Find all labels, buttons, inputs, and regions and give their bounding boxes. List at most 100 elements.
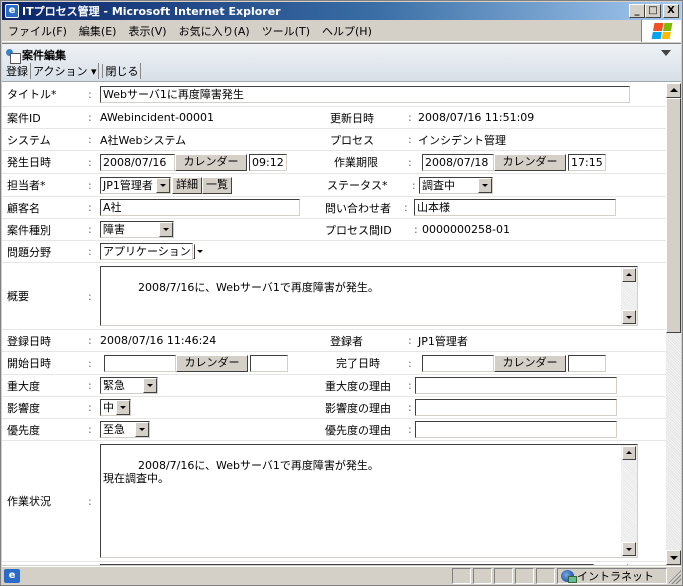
due-time-input[interactable]: 17:15 [568,153,606,171]
scroll-up-icon[interactable] [666,83,681,98]
priority-reason-label: 優先度の理由 [325,423,391,437]
ie-app-icon: e [5,4,19,18]
assignee-select[interactable]: JP1管理者 [100,176,171,194]
dropdown-arrow-icon[interactable] [116,400,130,415]
register-button[interactable]: 登録 [4,63,31,79]
occurred-date-input[interactable]: 2008/07/16 [100,153,175,171]
summary-label: 概要 [7,290,29,303]
severity-reason-input[interactable] [415,377,617,394]
work-status-scrollbar[interactable] [621,445,637,557]
due-label: 作業期限 [334,156,378,169]
customer-label: 顧客名 [7,201,40,215]
impact-reason-input[interactable] [415,399,617,416]
page-header: 案件編集 登録 アクション ▾ 閉じる [2,44,681,82]
dropdown-arrow-icon[interactable] [135,422,149,437]
due-date-input[interactable]: 2008/07/18 [422,153,494,171]
inquirer-label: 問い合わせ者 [325,201,391,215]
menu-file[interactable]: ファイル(F) [2,23,73,39]
inter-process-id-value: 0000000258-01 [422,223,510,236]
due-calendar-button[interactable]: カレンダー [494,153,566,171]
status-label: ステータス* [327,179,388,192]
end-calendar-button[interactable]: カレンダー [494,354,566,372]
occurred-calendar-button[interactable]: カレンダー [175,153,247,171]
occurred-time-input[interactable]: 09:12 [249,153,287,171]
severity-select[interactable]: 緊急 [100,377,158,394]
equipment-label: 機器情報 [2,565,88,566]
priority-select[interactable]: 至急 [100,421,150,438]
inquirer-input[interactable]: 山本様 [414,199,616,216]
close-button[interactable]: X [663,4,679,18]
end-at-label: 完了日時 [336,357,380,370]
scroll-down-icon[interactable] [622,542,636,556]
inter-process-id-label: プロセス間ID [325,223,392,237]
start-date-input[interactable] [104,354,176,372]
action-menu-button[interactable]: アクション ▾ [31,63,100,79]
equipment-input[interactable] [100,564,594,565]
assignee-detail-button[interactable]: 詳細 [172,176,202,194]
page-scrollbar[interactable] [666,83,681,565]
dropdown-arrow-icon[interactable] [192,244,203,259]
scrollbar-thumb[interactable] [666,98,681,333]
scroll-down-icon[interactable] [666,550,681,565]
collapse-arrow-icon[interactable] [661,50,671,56]
close-page-button[interactable]: 閉じる [103,63,142,79]
impact-select[interactable]: 中 [100,399,131,416]
ie-page-icon: e [4,569,20,583]
equipment-set-button[interactable]: 設定 [596,564,628,565]
case-id-value: AWebincident-00001 [100,111,215,124]
status-cell [536,568,555,584]
menu-view[interactable]: 表示(V) [122,23,172,39]
status-bar: e イントラネット [2,566,681,585]
work-status-textarea[interactable]: 2008/7/16に、Webサーバ1で再度障害が発生。 現在調査中。 [100,444,638,558]
case-edit-form: タイトル* : Webサーバ1に再度障害発生 案件ID : AWebincide… [2,82,666,565]
dropdown-arrow-icon[interactable] [143,378,157,393]
start-time-input[interactable] [250,354,288,372]
problem-area-label: 問題分野 [7,245,51,259]
severity-label: 重大度 [7,379,40,393]
scroll-up-icon[interactable] [622,446,636,460]
priority-reason-input[interactable] [415,421,617,438]
status-cell [473,568,492,584]
summary-scrollbar[interactable] [621,267,637,325]
dropdown-arrow-icon[interactable] [156,177,170,193]
status-cell [494,568,513,584]
customer-input[interactable]: A社 [100,199,300,216]
resize-grip-icon[interactable] [669,568,681,584]
status-select[interactable]: 調査中 [419,176,493,194]
end-date-input[interactable] [422,354,494,372]
page-title: 案件編集 [22,49,66,62]
summary-textarea[interactable]: 2008/7/16に、Webサーバ1で再度障害が発生。 [100,266,638,326]
case-type-select[interactable]: 障害 [100,221,174,238]
start-calendar-button[interactable]: カレンダー [176,354,248,372]
case-edit-icon [6,48,21,64]
updated-at-label: 更新日時 [330,111,374,125]
minimize-button[interactable]: _ [629,4,645,18]
menu-favorites[interactable]: お気に入り(A) [173,23,256,39]
window-title: ITプロセス管理 - Microsoft Internet Explorer [22,5,281,18]
title-bar: e ITプロセス管理 - Microsoft Internet Explorer… [2,2,681,20]
dropdown-arrow-icon[interactable] [478,177,492,193]
intranet-globe-icon [561,570,577,583]
registrant-label: 登録者 [330,334,363,348]
process-value: インシデント管理 [418,133,506,147]
assignee-list-button[interactable]: 一覧 [202,176,232,194]
problem-area-select[interactable]: アプリケーション [100,243,203,260]
system-label: システム [7,133,51,147]
updated-at-value: 2008/07/16 11:51:09 [418,111,535,124]
case-id-label: 案件ID [7,111,41,125]
maximize-button[interactable]: □ [645,4,661,18]
menu-help[interactable]: ヘルプ(H) [316,23,378,39]
windows-logo-icon [641,19,681,42]
system-value: A社Webシステム [100,133,187,147]
work-status-label: 作業状況 [7,495,51,508]
status-cell [515,568,534,584]
title-input[interactable]: Webサーバ1に再度障害発生 [100,85,630,103]
page-toolbar: 登録 アクション ▾ 閉じる [4,63,142,79]
end-time-input[interactable] [568,354,606,372]
registered-at-value: 2008/07/16 11:46:24 [100,334,217,347]
scroll-down-icon[interactable] [622,310,636,324]
scroll-up-icon[interactable] [622,268,636,282]
dropdown-arrow-icon[interactable] [159,222,173,237]
menu-tools[interactable]: ツール(T) [256,23,316,39]
menu-edit[interactable]: 編集(E) [73,23,123,39]
